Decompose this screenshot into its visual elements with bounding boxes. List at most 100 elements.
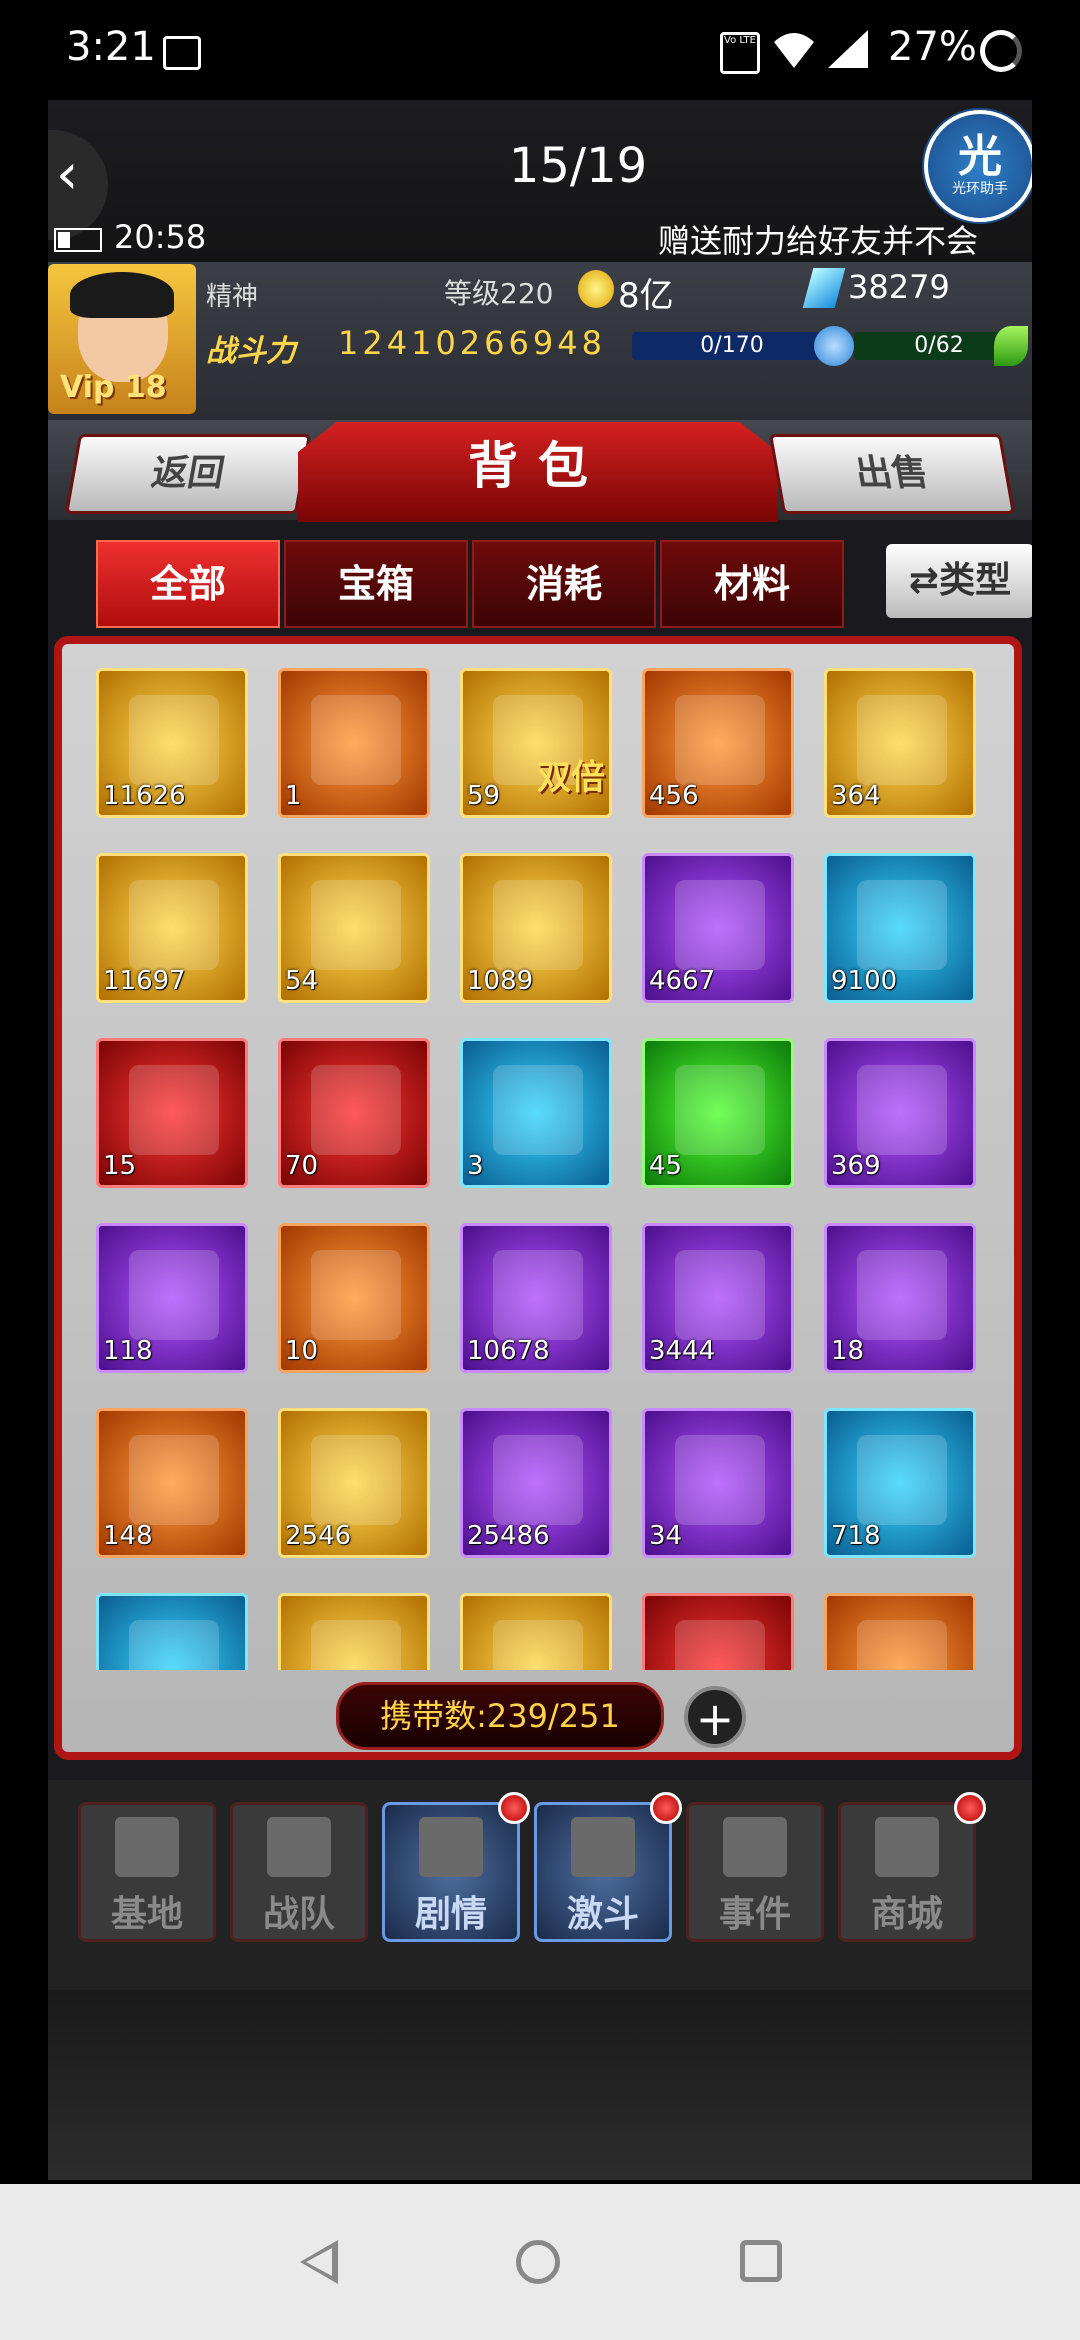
item-count: 1 [285,781,302,811]
inventory-item[interactable]: 25486 [460,1408,612,1558]
inventory-item[interactable]: 456 [642,668,794,818]
inventory-item[interactable]: 70 [278,1038,430,1188]
item-count: 25486 [467,1521,550,1551]
item-icon [675,1250,765,1340]
item-count: 70 [285,1151,319,1181]
notification-dot [650,1792,682,1824]
inventory-item[interactable]: 1089 [460,853,612,1003]
inventory-item[interactable] [824,1593,976,1670]
nav-event-button[interactable]: 事件 [686,1802,824,1942]
item-count: 118 [103,1336,153,1366]
nav-team-button[interactable]: 战队 [230,1802,368,1942]
inventory-grid[interactable]: 11626 1 双倍 59 456 364 11697 54 1089 4667 9100 15 70 3… [96,668,986,1670]
power-label: 战斗力 [206,334,296,369]
volte-icon: Vo LTE [720,32,760,74]
item-icon [129,1250,219,1340]
item-count: 3 [467,1151,484,1181]
nav-shop-button[interactable]: 商城 [838,1802,976,1942]
inventory-item[interactable] [96,1593,248,1670]
tab-consumables[interactable]: 消耗 [472,540,656,628]
inventory-item[interactable]: 3444 [642,1223,794,1373]
inventory-item[interactable]: 718 [824,1408,976,1558]
item-icon [129,880,219,970]
tab-materials[interactable]: 材料 [660,540,844,628]
inventory-item[interactable]: 18 [824,1223,976,1373]
item-icon [857,1620,947,1670]
inventory-item[interactable]: 369 [824,1038,976,1188]
item-icon [675,1620,765,1670]
type-filter-button[interactable]: ⇄类型 [886,544,1032,618]
nav-story-button[interactable]: 剧情 [382,1802,520,1942]
item-count: 11626 [103,781,186,811]
inventory-item[interactable]: 4667 [642,853,794,1003]
player-name: 精神 [206,282,259,312]
inventory-item[interactable] [642,1593,794,1670]
item-icon [493,1250,583,1340]
inventory-item[interactable]: 45 [642,1038,794,1188]
inventory-item[interactable]: 2546 [278,1408,430,1558]
inventory-item[interactable]: 双倍 59 [460,668,612,818]
inventory-item[interactable]: 11697 [96,853,248,1003]
item-icon [675,1435,765,1525]
nav-label: 战队 [262,1894,335,1935]
energy-leaf-icon[interactable] [994,326,1028,366]
item-icon [675,880,765,970]
battery-ring-icon [980,30,1022,72]
inventory-item[interactable]: 34 [642,1408,794,1558]
system-nav-bar [0,2184,1080,2340]
nav-base-button[interactable]: 基地 [78,1802,216,1942]
inventory-item[interactable]: 148 [96,1408,248,1558]
sell-button[interactable]: 出售 [768,434,1016,514]
nav-label: 基地 [110,1894,183,1935]
plus-icon: + [695,1692,735,1746]
chevron-left-icon[interactable]: ‹ [56,142,78,207]
status-bar: 3:21 Vo LTE 27% [0,0,1080,100]
system-recents-icon[interactable] [740,2240,782,2282]
inventory-item[interactable]: 11626 [96,668,248,818]
item-icon [857,1250,947,1340]
item-icon [129,695,219,785]
gallery-icon [163,36,201,70]
item-count: 369 [831,1151,881,1181]
return-button[interactable]: 返回 [64,434,312,514]
system-home-icon[interactable] [516,2240,560,2284]
inventory-item[interactable] [460,1593,612,1670]
inventory-item[interactable]: 3 [460,1038,612,1188]
expand-capacity-button[interactable]: + [684,1686,746,1748]
game-window: ‹ 15/19 光 光环助手 20:58 赠送耐力给好友并不会 Vip 18 精… [48,100,1032,2180]
item-icon [857,1065,947,1155]
item-count: 45 [649,1151,683,1181]
item-count: 4667 [649,966,716,996]
item-icon [857,695,947,785]
inventory-item[interactable]: 54 [278,853,430,1003]
inventory-item[interactable]: 10 [278,1223,430,1373]
inventory-item[interactable]: 15 [96,1038,248,1188]
nav-battle-button[interactable]: 激斗 [534,1802,672,1942]
item-icon [493,1620,583,1670]
inventory-item[interactable]: 10678 [460,1223,612,1373]
item-icon [311,1620,401,1670]
inventory-item[interactable]: 9100 [824,853,976,1003]
tab-all[interactable]: 全部 [96,540,280,628]
tab-chests[interactable]: 宝箱 [284,540,468,628]
status-time: 3:21 [66,24,156,70]
system-back-icon[interactable] [300,2240,338,2284]
item-icon [675,695,765,785]
inventory-item[interactable]: 118 [96,1223,248,1373]
inventory-item[interactable]: 364 [824,668,976,818]
item-icon [675,1065,765,1155]
item-icon [129,1065,219,1155]
item-count: 9100 [831,966,898,996]
stamina-orb-icon[interactable] [814,326,854,366]
stamina-bar: 0/170 [632,332,832,360]
item-count: 15 [103,1151,137,1181]
inventory-item[interactable]: 1 [278,668,430,818]
inventory-item[interactable] [278,1593,430,1670]
game-clock: 20:58 [114,218,207,256]
vip-badge: Vip 18 [60,370,167,405]
item-icon [493,1065,583,1155]
power-value: 12410266948 [338,324,606,362]
helper-button[interactable]: 光 光环助手 [924,110,1032,222]
nav-label: 商城 [870,1894,943,1935]
gold-coin-icon [578,270,614,308]
